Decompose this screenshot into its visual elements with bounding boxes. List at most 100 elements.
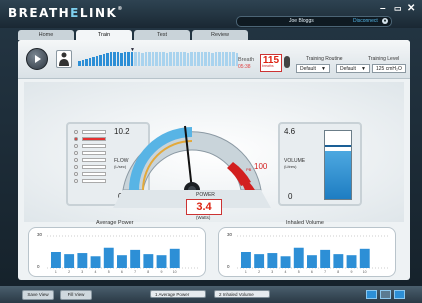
training-routine-select[interactable]: Default ▼ xyxy=(296,64,330,73)
avg-power-chart: 1 2 3 4 5 6 7 8 9 10 30 0 xyxy=(28,227,206,277)
breath-bar xyxy=(116,52,119,66)
breath-bar xyxy=(218,52,221,66)
logo-text-end: LINK xyxy=(79,6,118,20)
view-toggle-group xyxy=(366,290,408,299)
chart-bar xyxy=(117,255,127,268)
flow-bar xyxy=(82,165,106,169)
flow-bar xyxy=(82,130,106,134)
chart-bar xyxy=(307,255,317,268)
breath-bar xyxy=(109,52,112,66)
logo-text: BREATH xyxy=(8,6,71,20)
tab-test[interactable]: Test xyxy=(134,30,190,40)
chart-tick-label: 3 xyxy=(81,270,83,274)
breath-bar xyxy=(106,53,109,66)
play-button[interactable] xyxy=(26,48,48,70)
chart-tick-label: 4 xyxy=(95,270,97,274)
flow-bar xyxy=(82,172,106,176)
chart-tick-label: 7 xyxy=(134,270,136,274)
chart-tick-label: 5 xyxy=(298,270,300,274)
close-button[interactable]: ✕ xyxy=(407,3,415,14)
avg-power-y-min: 0 xyxy=(37,264,40,269)
chevron-down-icon: ▼ xyxy=(321,66,326,72)
detail-view-icon[interactable] xyxy=(394,290,405,299)
flow-dot xyxy=(74,144,78,148)
avg-power-title: Average Power xyxy=(96,220,134,226)
app-logo: BREATHELINK® xyxy=(8,6,124,20)
volume-min: 0 xyxy=(288,192,293,201)
chart-tick-label: 5 xyxy=(108,270,110,274)
grid-view-icon[interactable] xyxy=(366,290,377,299)
flow-dot xyxy=(74,151,78,155)
save-view-button[interactable]: Save View xyxy=(22,290,54,300)
inhaled-volume-y-max: 30 xyxy=(227,232,233,237)
training-level-value: Default xyxy=(340,66,356,72)
avg-power-plot: 1 2 3 4 5 6 7 8 9 10 xyxy=(47,235,199,274)
avg-power-y-max: 30 xyxy=(37,232,43,237)
chart2-select[interactable]: 2 Inhaled Volume xyxy=(214,290,270,298)
flow-indicator-dots xyxy=(74,130,78,186)
power-value: 3.4 xyxy=(186,199,222,215)
inhaled-volume-y-min: 0 xyxy=(227,264,230,269)
user-bar: Joe Bloggs Disconnect ● xyxy=(236,16,392,27)
chart1-select[interactable]: 1 Average Power xyxy=(150,290,206,298)
chart-bar xyxy=(77,253,88,268)
maximize-button[interactable]: ▭ xyxy=(394,4,402,13)
breath-label: Breath xyxy=(238,57,255,63)
breath-bar xyxy=(204,52,207,66)
breath-unit: breaths xyxy=(262,64,274,68)
breath-bar xyxy=(95,56,98,66)
flow-bars xyxy=(82,130,106,186)
breath-bar xyxy=(158,52,161,66)
chart-tick-label: 7 xyxy=(324,270,326,274)
volume-panel: 4.6 VOLUME (Litres) 0 xyxy=(278,122,362,206)
breath-bar xyxy=(137,52,140,66)
chart-tick-label: 8 xyxy=(147,270,149,274)
training-routine-value: Default xyxy=(300,66,316,72)
volume-unit: (Litres) xyxy=(284,164,297,169)
breath-bar xyxy=(141,53,144,66)
fill-view-button[interactable]: Fill View xyxy=(60,290,92,300)
breath-bar xyxy=(155,52,158,66)
breath-bar xyxy=(214,52,217,66)
training-level-pressure: 125 cmH₂O xyxy=(372,64,406,73)
flow-dot xyxy=(74,158,78,162)
user-icon[interactable]: ● xyxy=(382,18,388,24)
disconnect-link[interactable]: Disconnect xyxy=(353,17,378,26)
tab-home[interactable]: Home xyxy=(18,30,74,40)
chart-bar xyxy=(103,247,114,268)
training-level-label: Training Level xyxy=(368,56,400,62)
breath-bar xyxy=(186,53,189,66)
chart1-select-value: 1 Average Power xyxy=(155,292,190,297)
list-view-icon[interactable] xyxy=(380,290,391,299)
chart-bar xyxy=(64,254,75,268)
chart-tick-label: 1 xyxy=(55,270,57,274)
app-window: BREATHELINK® – ▭ ✕ Joe Bloggs Disconnect… xyxy=(0,0,422,303)
training-level-pressure-value: 125 cmH₂O xyxy=(376,66,402,72)
flow-bar xyxy=(82,137,106,141)
breath-bar xyxy=(85,59,88,66)
breath-bar xyxy=(113,52,116,66)
power-label: POWER xyxy=(196,192,215,198)
training-level-select[interactable]: Default ▼ xyxy=(336,64,370,73)
logo-accent: E xyxy=(70,6,80,20)
chart-bar xyxy=(320,249,331,268)
breath-bar xyxy=(197,52,200,66)
breath-pattern-bars: ▼ xyxy=(78,47,242,66)
chart-bar xyxy=(267,253,278,268)
tab-review[interactable]: Review xyxy=(192,30,248,40)
chart-bar xyxy=(130,249,141,268)
breath-bar xyxy=(88,58,91,66)
breath-bar xyxy=(221,52,224,66)
pb-value: 100 xyxy=(254,162,268,171)
chart-bar xyxy=(293,247,304,268)
breath-bar xyxy=(169,52,172,66)
tab-train[interactable]: Train xyxy=(76,30,132,40)
chart-bar xyxy=(156,255,167,268)
chart-bar xyxy=(346,255,357,268)
minimize-button[interactable]: – xyxy=(380,3,386,14)
breath-stepper[interactable] xyxy=(284,56,290,68)
flow-bar xyxy=(82,179,106,183)
inhaled-volume-plot: 1 2 3 4 5 6 7 8 9 10 xyxy=(237,235,389,274)
breath-time: 05:38 xyxy=(238,64,251,70)
chart-tick-label: 3 xyxy=(271,270,273,274)
